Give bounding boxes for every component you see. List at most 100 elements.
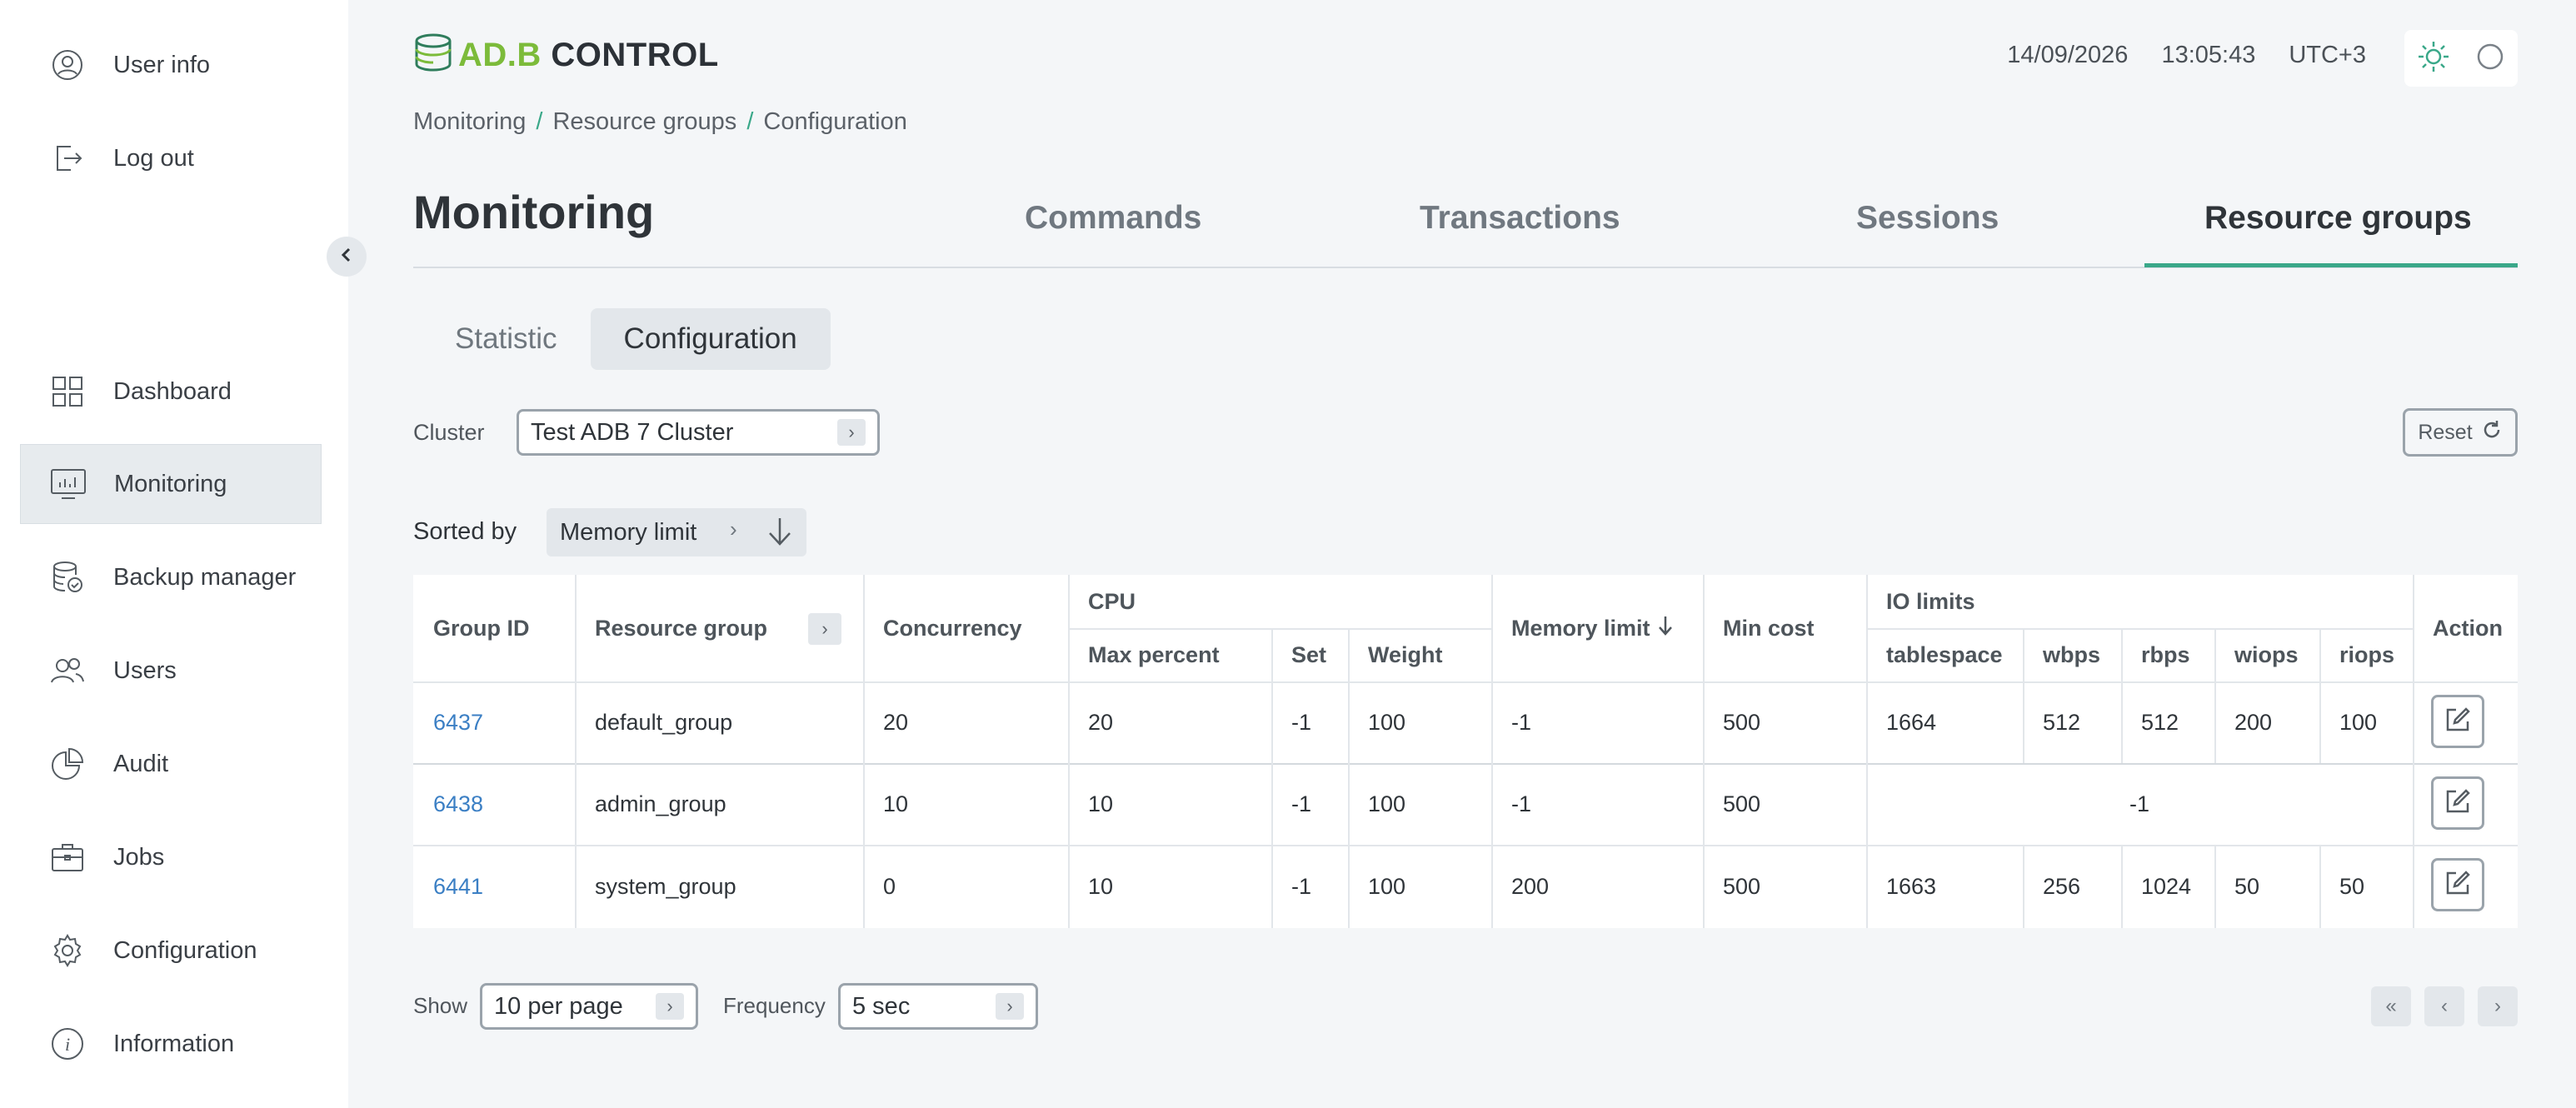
sidebar-item-monitoring[interactable]: Monitoring [20,444,322,524]
sun-icon[interactable] [2417,40,2450,77]
concurrency-value: 10 [883,791,909,816]
logout-label: Log out [113,144,194,172]
database-check-icon [48,558,87,596]
sidebar-item-backup-manager[interactable]: Backup manager [20,537,322,617]
sort-select[interactable]: Memory limit › [547,508,806,556]
edit-button[interactable] [2431,695,2484,748]
moon-icon[interactable] [2475,42,2505,76]
header-memory-limit[interactable]: Memory limit [1491,575,1703,681]
header-action: Action [2433,615,2503,641]
min-cost-value: 500 [1723,873,1761,899]
set-value: -1 [1291,791,1312,816]
sidebar-item-dashboard[interactable]: Dashboard [20,352,322,432]
sidebar-item-label: Jobs [113,843,165,871]
header-weight: Weight [1368,641,1443,667]
resource-group-name: system_group [595,873,736,899]
sidebar-item-label: Monitoring [114,470,227,497]
svg-text:i: i [65,1034,70,1055]
max-percent-value: 10 [1088,791,1114,816]
header-min-cost: Min cost [1723,615,1815,641]
timezone: UTC+3 [2289,42,2366,68]
header-wiops: wiops [2234,641,2299,667]
app-logo: AD.B CONTROL [413,32,719,78]
chevron-right-icon: › [730,517,737,542]
logout-link[interactable]: Log out [20,118,322,198]
logout-icon [48,139,87,177]
tab-commands[interactable]: Commands [1025,200,1201,237]
header-group-id: Group ID [433,615,530,641]
tab-transactions[interactable]: Transactions [1420,200,1620,237]
prev-page-button[interactable]: ‹ [2424,986,2464,1026]
edit-icon [2444,788,2471,819]
set-value: -1 [1291,873,1312,899]
page-size-select[interactable]: 10 per page › [480,983,698,1030]
concurrency-value: 20 [883,709,909,735]
group-id-link[interactable]: 6437 [413,681,575,763]
sidebar-item-information[interactable]: i Information [20,1004,322,1084]
resource-group-name: default_group [595,709,733,735]
breadcrumb-item[interactable]: Resource groups [552,108,736,135]
dashboard-icon [48,372,87,411]
sidebar-item-users[interactable]: Users [20,631,322,711]
subtab-configuration[interactable]: Configuration [590,308,831,370]
memory-limit-value: 200 [1511,873,1550,899]
page-title: Monitoring [413,186,655,238]
column-picker-chevron-icon[interactable]: › [808,613,841,645]
resource-group-name: admin_group [595,791,726,816]
sidebar-item-label: Users [113,656,177,684]
min-cost-value: 500 [1723,709,1761,735]
cluster-select-value: Test ADB 7 Cluster [531,418,734,446]
logo-text-adb: AD.B [458,36,542,73]
tab-resource-groups[interactable]: Resource groups [2204,200,2472,237]
frequency-select[interactable]: 5 sec › [838,983,1038,1030]
set-value: -1 [1291,709,1312,735]
sort-direction-arrow-down-icon[interactable] [765,515,795,555]
sidebar-item-audit[interactable]: Audit [20,724,322,804]
next-page-button[interactable]: › [2478,986,2518,1026]
sidebar: User info Log out Dashboard Monitoring B… [0,0,348,1108]
edit-button[interactable] [2431,776,2484,830]
reset-button[interactable]: Reset [2403,408,2518,457]
cluster-select[interactable]: Test ADB 7 Cluster › [517,409,880,456]
tab-sessions[interactable]: Sessions [1856,200,1999,237]
current-time: 13:05:43 [2161,42,2256,68]
double-chevron-left-icon: « [2385,995,2397,1017]
riops-value: 50 [2339,873,2365,899]
header-riops: riops [2339,641,2395,667]
chevron-right-icon: › [996,993,1024,1020]
chevron-right-icon: › [2494,995,2501,1017]
breadcrumb: Monitoring / Resource groups / Configuration [413,108,907,135]
chevron-right-icon: › [656,993,684,1020]
weight-value: 100 [1368,873,1406,899]
sidebar-item-label: Configuration [113,936,257,964]
edit-icon [2444,706,2471,737]
subtab-statistic[interactable]: Statistic [422,308,591,370]
database-logo-icon [413,32,453,78]
page-size-value: 10 per page [494,992,623,1020]
header-cpu: CPU [1088,588,1136,614]
user-info-link[interactable]: User info [20,25,322,105]
edit-button[interactable] [2431,858,2484,911]
cluster-label: Cluster [413,420,485,445]
io-limits-merged-value: -1 [2129,791,2149,816]
sidebar-item-configuration[interactable]: Configuration [20,911,322,991]
sorted-by-label: Sorted by [413,518,517,545]
wiops-value: 50 [2234,873,2260,899]
rbps-value: 512 [2141,709,2179,735]
monitor-chart-icon [49,465,87,503]
breadcrumb-item: Configuration [763,108,907,135]
first-page-button[interactable]: « [2371,986,2411,1026]
theme-switcher [2404,30,2518,87]
group-id-link[interactable]: 6438 [413,763,575,845]
frequency-value: 5 sec [852,992,911,1020]
header-io-limits: IO limits [1886,588,1975,614]
breadcrumb-item[interactable]: Monitoring [413,108,526,135]
weight-value: 100 [1368,791,1406,816]
concurrency-value: 0 [883,873,896,899]
sidebar-item-jobs[interactable]: Jobs [20,817,322,897]
collapse-sidebar-button[interactable] [327,237,367,277]
group-id-link[interactable]: 6441 [413,845,575,928]
header-rbps: rbps [2141,641,2190,667]
chevron-left-icon [338,247,355,267]
pie-chart-icon [48,745,87,783]
